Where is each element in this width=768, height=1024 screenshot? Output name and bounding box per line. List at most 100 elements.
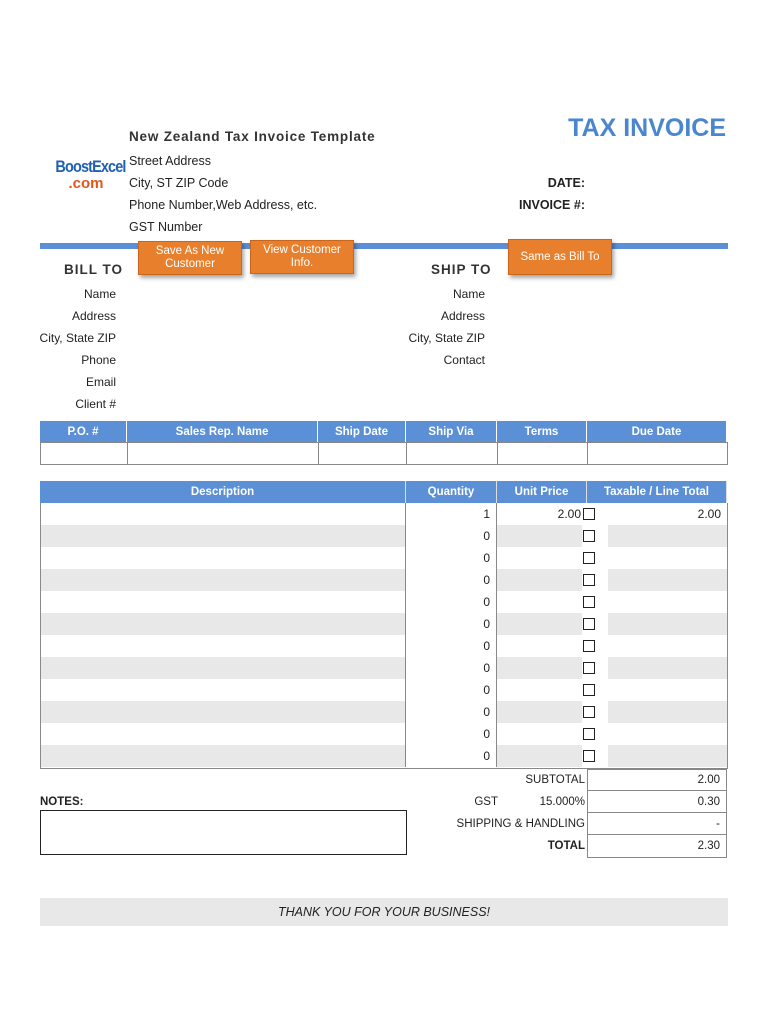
taxable-checkbox[interactable] (583, 596, 595, 608)
line-total-cell (587, 613, 727, 635)
table-row: 0 (41, 745, 727, 767)
taxable-checkbox[interactable] (583, 706, 595, 718)
totals-value: 0.30 (587, 791, 727, 813)
unit-price-cell[interactable] (497, 569, 587, 591)
taxable-checkbox[interactable] (583, 530, 595, 542)
taxable-checkbox[interactable] (583, 662, 595, 674)
unit-price-cell[interactable] (497, 701, 587, 723)
unit-price-cell[interactable] (497, 591, 587, 613)
table-row: 0 (41, 657, 727, 679)
totals-label: GST (474, 796, 498, 808)
description-cell[interactable] (41, 591, 406, 613)
bill-to-field-label: City, State ZIP (39, 331, 116, 345)
taxable-checkbox[interactable] (583, 508, 595, 520)
quantity-cell[interactable]: 0 (406, 701, 497, 723)
quantity-cell[interactable]: 0 (406, 745, 497, 767)
bill-to-field-label: Address (71, 309, 116, 323)
line-total-cell: 2.00 (697, 507, 721, 521)
description-cell[interactable] (41, 613, 406, 635)
description-cell[interactable] (41, 745, 406, 767)
table-row: 0 (41, 701, 727, 723)
quantity-cell[interactable]: 0 (406, 635, 497, 657)
unit-price-cell[interactable]: 2.00 (497, 503, 587, 525)
totals-label: TOTAL (547, 840, 585, 852)
description-cell[interactable] (41, 635, 406, 657)
ship-to-field-label: Name (452, 287, 485, 301)
description-cell[interactable] (41, 657, 406, 679)
quantity-cell[interactable]: 0 (406, 525, 497, 547)
line-total-cell (587, 635, 727, 657)
unit-price-cell[interactable] (497, 657, 587, 679)
description-cell[interactable] (41, 503, 406, 525)
description-cell[interactable] (41, 679, 406, 701)
company-phone: Phone Number,Web Address, etc. (129, 198, 318, 212)
unit-price-cell[interactable] (497, 635, 587, 657)
totals-label: SHIPPING & HANDLING (456, 818, 585, 830)
line-total-cell (587, 723, 727, 745)
bill-to-heading: BILL TO (64, 262, 124, 277)
order-table-header: P.O. # (40, 421, 127, 442)
taxable-checkbox[interactable] (583, 574, 595, 586)
table-row: 0 (41, 591, 727, 613)
same-as-bill-to-button[interactable]: Same as Bill To (508, 239, 612, 275)
line-total-cell (587, 745, 727, 767)
description-cell[interactable] (41, 525, 406, 547)
totals-label: SUBTOTAL (525, 774, 585, 786)
thank-you-message: THANK YOU FOR YOUR BUSINESS! (277, 905, 491, 919)
taxable-checkbox[interactable] (583, 750, 595, 762)
order-table-cell[interactable] (406, 442, 498, 465)
footer-banner: THANK YOU FOR YOUR BUSINESS! (40, 898, 728, 926)
line-total-cell (587, 591, 727, 613)
description-cell[interactable] (41, 569, 406, 591)
line-total-cell (587, 657, 727, 679)
taxable-checkbox[interactable] (583, 684, 595, 696)
ship-to-heading: SHIP TO (431, 262, 492, 277)
order-table-cell[interactable] (40, 442, 128, 465)
quantity-cell[interactable]: 0 (406, 547, 497, 569)
view-customer-info-button[interactable]: View Customer Info. (250, 240, 354, 274)
notes-box[interactable] (40, 810, 407, 855)
unit-price-cell[interactable] (497, 723, 587, 745)
order-table-cell[interactable] (318, 442, 407, 465)
quantity-cell[interactable]: 1 (406, 503, 497, 525)
bill-to-field-label: Email (85, 375, 116, 389)
taxable-checkbox[interactable] (583, 640, 595, 652)
quantity-cell[interactable]: 0 (406, 591, 497, 613)
quantity-cell[interactable]: 0 (406, 657, 497, 679)
bill-to-field-label: Name (83, 287, 116, 301)
table-row: 0 (41, 635, 727, 657)
quantity-cell[interactable]: 0 (406, 679, 497, 701)
taxable-checkbox[interactable] (583, 728, 595, 740)
company-city: City, ST ZIP Code (129, 176, 229, 190)
unit-price-cell[interactable] (497, 547, 587, 569)
unit-price-cell[interactable] (497, 613, 587, 635)
order-table-cell[interactable] (497, 442, 588, 465)
totals-value: - (587, 813, 727, 835)
unit-price-cell[interactable] (497, 745, 587, 767)
taxable-checkbox[interactable] (583, 552, 595, 564)
order-table-cell[interactable] (127, 442, 319, 465)
save-as-new-customer-button[interactable]: Save As New Customer (138, 241, 242, 275)
order-table-cell[interactable] (587, 442, 728, 465)
description-cell[interactable] (41, 701, 406, 723)
quantity-cell[interactable]: 0 (406, 569, 497, 591)
quantity-cell[interactable]: 0 (406, 613, 497, 635)
company-gst: GST Number (129, 220, 203, 234)
order-table-header: Ship Via (406, 421, 497, 442)
items-table-header: Quantity (406, 481, 497, 503)
quantity-cell[interactable]: 0 (406, 723, 497, 745)
unit-price-cell[interactable] (497, 679, 587, 701)
table-row: 0 (41, 569, 727, 591)
unit-price-cell[interactable] (497, 525, 587, 547)
taxable-checkbox[interactable] (583, 618, 595, 630)
totals-value: 2.00 (587, 769, 727, 791)
table-row: 0 (41, 613, 727, 635)
description-cell[interactable] (41, 723, 406, 745)
gst-rate[interactable]: 15.000% (500, 791, 587, 813)
table-row: 0 (41, 525, 727, 547)
order-table-header: Sales Rep. Name (127, 421, 318, 442)
line-total-cell (587, 679, 727, 701)
company-title: New Zealand Tax Invoice Template (129, 129, 376, 144)
line-total-cell (587, 569, 727, 591)
description-cell[interactable] (41, 547, 406, 569)
